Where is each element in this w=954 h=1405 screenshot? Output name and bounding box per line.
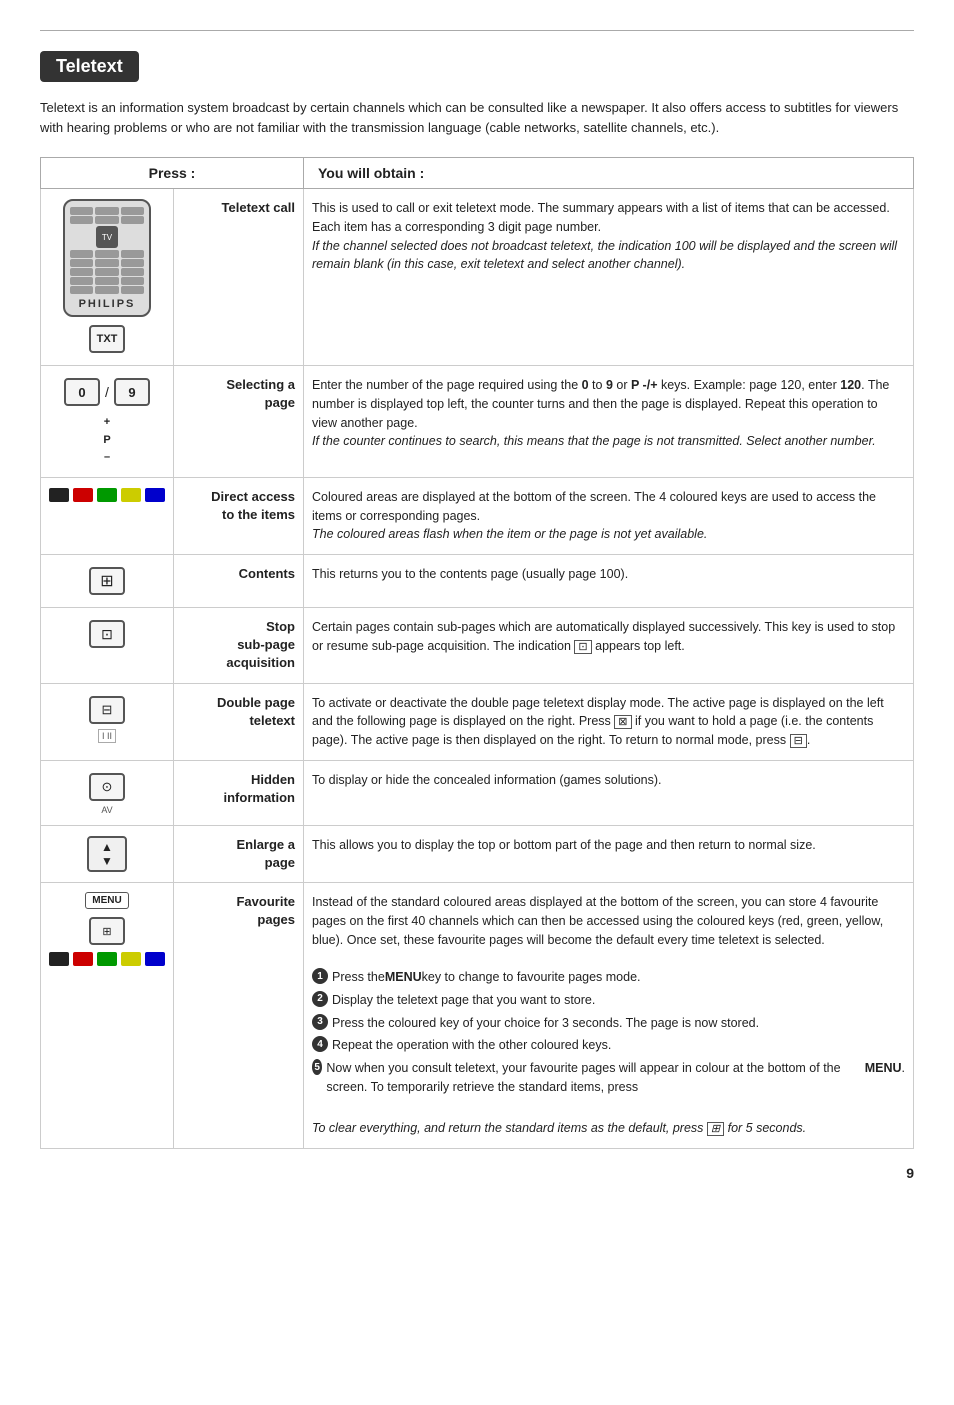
action-label-teletext: Teletext call [174,189,304,366]
table-row: ⊞ Contents This returns you to the conte… [41,555,914,608]
desc-double: To activate or deactivate the double pag… [304,683,914,760]
philips-logo: PHILIPS [69,298,145,310]
desc-teletext: This is used to call or exit teletext mo… [304,189,914,366]
table-row: ⊙ AV Hiddeninformation To display or hid… [41,760,914,825]
num9-button: 9 [114,378,150,406]
action-label-enlarge: Enlarge apage [174,825,304,882]
header-obtain: You will obtain : [304,158,914,189]
fav-color-keys [49,952,165,966]
remote-visual: TV PHILIPS [63,199,151,317]
action-label-direct: Direct accessto the items [174,477,304,554]
action-label-selecting: Selecting apage [174,366,304,478]
desc-direct: Coloured areas are displayed at the bott… [304,477,914,554]
table-row: 0 / 9 + P – Selecting apage Enter the nu… [41,366,914,478]
menu-button: MENU [85,892,128,909]
table-row: Direct accessto the items Coloured areas… [41,477,914,554]
action-label-favourite: Favouritepages [174,883,304,1149]
desc-enlarge: This allows you to display the top or bo… [304,825,914,882]
fav-teletext-button: ⊞ [89,917,125,945]
action-label-double: Double pageteletext [174,683,304,760]
table-row: ⊟ I II Double pageteletext To activate o… [41,683,914,760]
contents-button: ⊞ [89,567,125,595]
teletext-button: TXT [89,325,125,353]
table-row: MENU ⊞ Favouritepages Instead of the sta… [41,883,914,1149]
desc-selecting: Enter the number of the page required us… [304,366,914,478]
table-row: ▲ ▼ Enlarge apage This allows you to dis… [41,825,914,882]
action-label-hidden: Hiddeninformation [174,760,304,825]
desc-stop: Certain pages contain sub-pages which ar… [304,608,914,684]
stop-button: ⊡ [89,620,125,648]
enlarge-button: ▲ ▼ [87,836,127,872]
desc-contents: This returns you to the contents page (u… [304,555,914,608]
table-row: ⊡ Stopsub-pageacquisition Certain pages … [41,608,914,684]
table-row: TV PHILIPS TXT Teletext call [41,189,914,366]
page-number: 9 [40,1165,914,1181]
hidden-button: ⊙ [89,773,125,801]
action-label-contents: Contents [174,555,304,608]
desc-favourite: Instead of the standard coloured areas d… [304,883,914,1149]
desc-hidden: To display or hide the concealed informa… [304,760,914,825]
double-page-button: ⊟ [89,696,125,724]
page-title: Teletext [40,51,139,82]
color-keys-visual [49,488,165,502]
num0-button: 0 [64,378,100,406]
action-label-stop: Stopsub-pageacquisition [174,608,304,684]
intro-text: Teletext is an information system broadc… [40,98,900,137]
header-press: Press : [41,158,304,189]
